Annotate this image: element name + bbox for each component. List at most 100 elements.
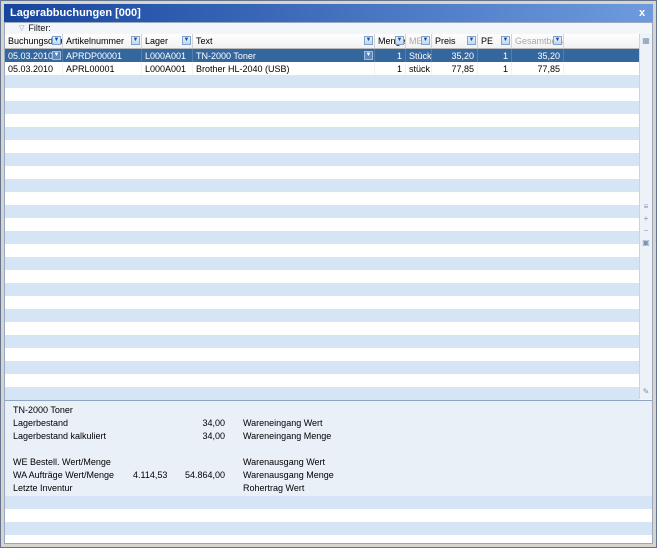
table-row-empty[interactable] <box>5 218 639 231</box>
table-row-empty[interactable] <box>5 153 639 166</box>
cell-text: 35,20 <box>451 50 474 61</box>
table-row-empty[interactable] <box>5 348 639 361</box>
cell-text: 05.03.2010 <box>8 63 54 74</box>
cell-text: 1 <box>502 63 508 74</box>
window-title: Lagerabbuchungen [000] <box>10 7 141 19</box>
table-row-empty[interactable] <box>5 270 639 283</box>
column-header-label: Text <box>196 36 213 46</box>
table-body: 05.03.2010 ▼ APRDP00001 L000A001 TN-2000 Ton… <box>5 49 639 400</box>
table-row-empty[interactable] <box>5 335 639 348</box>
table-row-empty[interactable] <box>5 179 639 192</box>
edit-icon[interactable]: ✎ <box>641 386 652 397</box>
chevron-down-icon[interactable]: ▼ <box>553 36 562 45</box>
chevron-down-icon[interactable]: ▼ <box>467 36 476 45</box>
grid-icon[interactable]: ▦ <box>641 35 652 46</box>
summary-right-label: Wareneingang Menge <box>243 430 332 441</box>
bottom-stripes <box>5 496 652 543</box>
table-row-empty[interactable] <box>5 88 639 101</box>
cell-buchungsdatum[interactable]: 05.03.2010 <box>5 62 63 75</box>
pin-icon[interactable]: ▣ <box>641 237 652 248</box>
cell-gesamtbetrag[interactable]: 35,20 <box>512 49 564 62</box>
column-header-buchungsdatum[interactable]: Buchungsdatum▼ <box>5 34 63 48</box>
cell-buchungsdatum[interactable]: 05.03.2010 ▼ <box>5 49 63 62</box>
cell-preis[interactable]: 77,85 <box>432 62 478 75</box>
cell-menge[interactable]: 1 <box>375 62 406 75</box>
cell-text: TN-2000 Toner <box>196 50 256 61</box>
cell-text[interactable]: TN-2000 Toner ▼ <box>193 49 375 62</box>
cell-text: L000A001 <box>145 50 187 61</box>
cell-pe[interactable]: 1 <box>478 49 512 62</box>
table-row-empty[interactable] <box>5 231 639 244</box>
table-row-empty[interactable] <box>5 205 639 218</box>
zoom-in-icon[interactable]: + <box>641 213 652 224</box>
column-header-lager[interactable]: Lager ▼ <box>142 34 193 48</box>
cell-menge[interactable]: 1 <box>375 49 406 62</box>
cell-text: 1 <box>396 63 402 74</box>
chevron-down-icon[interactable]: ▼ <box>52 51 61 60</box>
table-row-empty[interactable] <box>5 101 639 114</box>
cell-text: APRDP00001 <box>66 50 123 61</box>
chevron-down-icon[interactable]: ▼ <box>395 36 404 45</box>
summary-right-label: Warenausgang Menge <box>243 469 334 480</box>
summary-row: WA Aufträge Wert/Menge 4.114,53 54.864,00 W… <box>5 468 652 481</box>
cell-text: Stück <box>409 50 432 61</box>
summary-label: WA Aufträge Wert/Menge <box>13 469 115 480</box>
column-header-gesamtbetrag[interactable]: Gesamtbetrag▼ <box>512 34 564 48</box>
column-header-text[interactable]: Text ▼ <box>193 34 375 48</box>
chevron-down-icon[interactable]: ▼ <box>364 51 373 60</box>
column-header-artikelnummer[interactable]: Artikelnummer ▼ <box>63 34 142 48</box>
table-row-empty[interactable] <box>5 296 639 309</box>
cell-me[interactable]: Stück <box>406 49 432 62</box>
table-row-empty[interactable] <box>5 374 639 387</box>
cell-lager[interactable]: L000A001 <box>142 49 193 62</box>
column-header-me[interactable]: ME ▼ <box>406 34 432 48</box>
chevron-down-icon[interactable]: ▼ <box>364 36 373 45</box>
chevron-down-icon[interactable]: ▼ <box>182 36 191 45</box>
summary-right-label: Wareneingang Wert <box>243 417 323 428</box>
background-stripe <box>5 496 652 509</box>
chevron-down-icon[interactable]: ▼ <box>131 36 140 45</box>
background-stripe <box>5 509 652 522</box>
summary-row: Lagerbestand 34,00 Wareneingang Wert <box>5 416 652 429</box>
cell-gesamtbetrag[interactable]: 77,85 <box>512 62 564 75</box>
table-row-empty[interactable] <box>5 75 639 88</box>
table-row-empty[interactable] <box>5 257 639 270</box>
list-icon[interactable]: ≡ <box>641 201 652 212</box>
table-row-empty[interactable] <box>5 192 639 205</box>
titlebar[interactable]: Lagerabbuchungen [000] x <box>4 4 653 22</box>
cell-me[interactable]: stück <box>406 62 432 75</box>
cell-text: 05.03.2010 <box>8 50 54 61</box>
close-button[interactable]: x <box>635 7 649 19</box>
column-header-label: Preis <box>435 36 456 46</box>
summary-right-label: Rohertrag Wert <box>243 482 305 493</box>
table-row-empty[interactable] <box>5 309 639 322</box>
cell-artikelnummer[interactable]: APRL00001 <box>63 62 142 75</box>
column-header-preis[interactable]: Preis ▼ <box>432 34 478 48</box>
column-header-pe[interactable]: PE ▼ <box>478 34 512 48</box>
table-row-empty[interactable] <box>5 361 639 374</box>
table-row-empty[interactable] <box>5 166 639 179</box>
table-row-empty[interactable] <box>5 140 639 153</box>
table-row[interactable]: 05.03.2010 ▼ APRDP00001 L000A001 TN-2000 Ton… <box>5 49 639 62</box>
chevron-down-icon[interactable]: ▼ <box>501 36 510 45</box>
table-row-empty[interactable] <box>5 283 639 296</box>
table-row-empty[interactable] <box>5 387 639 400</box>
column-header-menge[interactable]: Menge ▼ <box>375 34 406 48</box>
chevron-down-icon[interactable]: ▼ <box>52 36 61 45</box>
table-row-empty[interactable] <box>5 127 639 140</box>
summary-value-2: 54.864,00 <box>184 469 225 480</box>
table-row-empty[interactable] <box>5 114 639 127</box>
table-row-empty[interactable] <box>5 244 639 257</box>
table-header-row: Buchungsdatum▼Artikelnummer▼Lager▼Text▼M… <box>5 34 639 49</box>
cell-artikelnummer[interactable]: APRDP00001 <box>63 49 142 62</box>
cell-preis[interactable]: 35,20 <box>432 49 478 62</box>
zoom-out-icon[interactable]: − <box>641 225 652 236</box>
table-row[interactable]: 05.03.2010 APRL00001 L000A001 Brother HL-20… <box>5 62 639 75</box>
summary-label: WE Bestell. Wert/Menge <box>13 456 111 467</box>
cell-lager[interactable]: L000A001 <box>142 62 193 75</box>
cell-text[interactable]: Brother HL-2040 (USB) <box>193 62 375 75</box>
summary-value-2: 34,00 <box>202 430 225 441</box>
cell-pe[interactable]: 1 <box>478 62 512 75</box>
table-row-empty[interactable] <box>5 322 639 335</box>
chevron-down-icon[interactable]: ▼ <box>421 36 430 45</box>
